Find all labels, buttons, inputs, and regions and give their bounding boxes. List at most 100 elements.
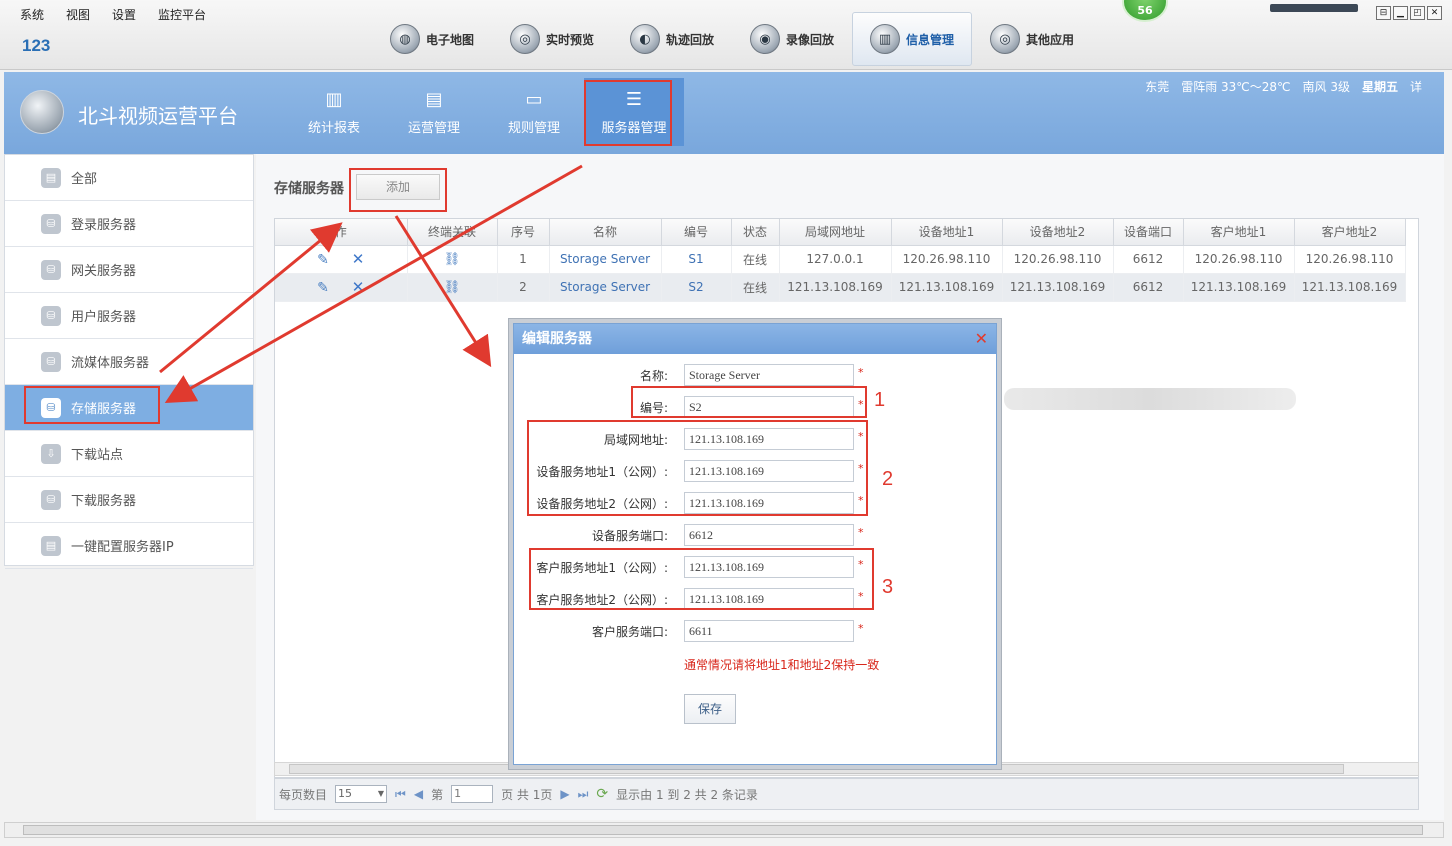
field-label: 名称: [639, 369, 668, 383]
sidebar-item-gateway-server[interactable]: ⛁ 网关服务器 [5, 247, 253, 293]
refresh-icon[interactable]: ⟳ [596, 786, 608, 802]
annotation-number-1: 1 [874, 389, 886, 411]
edit-pencil-icon[interactable]: ✎ [317, 280, 329, 296]
tab-electronic-map[interactable]: ◍ 电子地图 [372, 12, 492, 66]
cell-dport: 6612 [1113, 245, 1184, 274]
annotation-box-server-management [584, 80, 672, 146]
tab-track-playback[interactable]: ◐ 轨迹回放 [612, 12, 732, 66]
cell-seq: 2 [497, 273, 550, 302]
close-button[interactable]: ✕ [1427, 6, 1442, 20]
platform-logo-icon [20, 90, 64, 134]
address-hint: 通常情况请将地址1和地址2保持一致 [684, 658, 880, 672]
annotation-box-add [349, 168, 447, 212]
tab-statistics-report[interactable]: ▥ 统计报表 [284, 78, 384, 146]
server-all-icon: ▤ [41, 167, 61, 188]
tab-info-management[interactable]: ▥ 信息管理 [852, 12, 972, 66]
table-header-row: 作 终端关联 序号 名称 编号 状态 局域网地址 设备地址1 设备地址2 设备端… [275, 219, 1406, 246]
weather-more-link[interactable]: 详 [1410, 78, 1422, 95]
sub-tab-label: 运营管理 [407, 120, 460, 136]
film-reel-icon: ◉ [749, 24, 780, 54]
page-title: 存储服务器 [274, 181, 344, 197]
tab-rule-management[interactable]: ▭ 规则管理 [484, 78, 584, 146]
minimize-button[interactable]: ▁ [1393, 6, 1408, 20]
magnifier-icon: ◎ [509, 24, 540, 54]
menu-view[interactable]: 视图 [66, 6, 90, 23]
cell-code: S1 [661, 245, 732, 274]
menu-monitor-platform[interactable]: 监控平台 [158, 6, 206, 23]
sidebar-item-download-server[interactable]: ⛁ 下载服务器 [5, 477, 253, 523]
db-download-icon: ⛁ [41, 489, 61, 510]
cell-name: Storage Server [549, 273, 662, 302]
col-seq: 序号 [497, 219, 550, 246]
save-button[interactable]: 保存 [684, 694, 736, 724]
close-icon[interactable]: ✕ [975, 324, 988, 354]
client-port-input[interactable]: 6611 [684, 620, 854, 642]
cell-code: S2 [661, 273, 732, 302]
menu-system[interactable]: 系统 [20, 6, 44, 23]
notification-badge[interactable]: 56 [1122, 0, 1168, 22]
cell-status: 在线 [731, 245, 780, 274]
delete-x-icon[interactable]: ✕ [352, 250, 365, 268]
field-row-cport: 客户服务端口: 6611 * [514, 620, 998, 642]
sub-tab-label: 规则管理 [507, 120, 560, 136]
bar-chart-icon: ▥ [325, 88, 343, 110]
dialog-title: 编辑服务器 [522, 331, 592, 347]
tab-label: 轨迹回放 [665, 32, 714, 47]
annotation-number-2: 2 [882, 468, 894, 490]
col-dev2: 设备地址2 [1002, 219, 1114, 246]
sidebar-item-one-click-config[interactable]: ▤ 一键配置服务器IP [5, 523, 253, 569]
device-port-input[interactable]: 6612 [684, 524, 854, 546]
sidebar-item-streaming-server[interactable]: ⛁ 流媒体服务器 [5, 339, 253, 385]
tab-other-apps[interactable]: ◎ 其他应用 [972, 12, 1092, 66]
sidebar-item-download-site[interactable]: ⇩ 下载站点 [5, 431, 253, 477]
cell-cli2: 120.26.98.110 [1294, 245, 1406, 274]
table-row[interactable]: ✎ ✕ ⛓ 2 Storage Server S2 在线 121.13.108.… [275, 273, 1406, 302]
sidebar-item-all[interactable]: ▤ 全部 [5, 155, 253, 201]
annotation-box-storage-server [24, 386, 160, 424]
edit-pencil-icon[interactable]: ✎ [317, 252, 329, 268]
annotation-box-code [631, 386, 867, 418]
required-mark: * [858, 526, 864, 539]
restore-window-button[interactable]: ⊟ [1376, 6, 1391, 20]
col-code: 编号 [661, 219, 732, 246]
sidebar-item-login-server[interactable]: ⛁ 登录服务器 [5, 201, 253, 247]
row-actions: ✎ ✕ [275, 245, 408, 274]
per-page-select[interactable]: 15 [335, 785, 388, 803]
col-name: 名称 [549, 219, 662, 246]
cell-dev2: 121.13.108.169 [1002, 273, 1114, 302]
name-input[interactable]: Storage Server [684, 364, 854, 386]
next-page-icon[interactable]: ▶ [560, 787, 569, 801]
delete-x-icon[interactable]: ✕ [352, 278, 365, 296]
sub-tab-label: 统计报表 [307, 120, 360, 136]
menu-bar: 系统 视图 设置 监控平台 [20, 6, 206, 23]
tab-operations-management[interactable]: ▤ 运营管理 [384, 78, 484, 146]
db-stream-icon: ⛁ [41, 351, 61, 372]
scrollbar-thumb[interactable] [23, 825, 1423, 835]
chain-link-icon[interactable]: ⛓ [444, 252, 461, 267]
sidebar-item-label: 用户服务器 [71, 310, 137, 325]
tab-live-preview[interactable]: ◎ 实时预览 [492, 12, 612, 66]
download-site-icon: ⇩ [41, 443, 61, 464]
row-actions: ✎ ✕ [275, 273, 408, 302]
last-page-icon[interactable]: ⏭ [578, 787, 589, 802]
info-chart-icon: ▥ [869, 24, 900, 54]
tab-video-playback[interactable]: ◉ 录像回放 [732, 12, 852, 66]
maximize-button[interactable]: ◰ [1410, 6, 1425, 20]
prev-page-icon[interactable]: ◀ [414, 787, 423, 801]
annotation-number-3: 3 [882, 576, 894, 598]
per-page-label: 每页数目 [279, 787, 328, 802]
menu-settings[interactable]: 设置 [112, 6, 136, 23]
top-bar: 系统 视图 设置 监控平台 123 ◍ 电子地图 ◎ 实时预览 ◐ 轨迹回放 ◉ 录像回… [0, 0, 1452, 70]
sidebar-item-user-server[interactable]: ⛁ 用户服务器 [5, 293, 253, 339]
cell-status: 在线 [731, 273, 780, 302]
table-row[interactable]: ✎ ✕ ⛓ 1 Storage Server S1 在线 127.0.0.1 1… [275, 245, 1406, 274]
window-horizontal-scrollbar[interactable] [4, 822, 1444, 838]
first-page-icon[interactable]: ⏮ [395, 787, 406, 802]
sidebar-item-label: 流媒体服务器 [71, 356, 150, 371]
footer-strip [0, 840, 1452, 846]
row-terminal-link: ⛓ [407, 245, 498, 274]
tab-label: 信息管理 [905, 32, 954, 47]
page-number-input[interactable]: 1 [451, 785, 494, 803]
one-click-config-icon: ▤ [41, 535, 61, 556]
chain-link-icon[interactable]: ⛓ [444, 280, 461, 295]
